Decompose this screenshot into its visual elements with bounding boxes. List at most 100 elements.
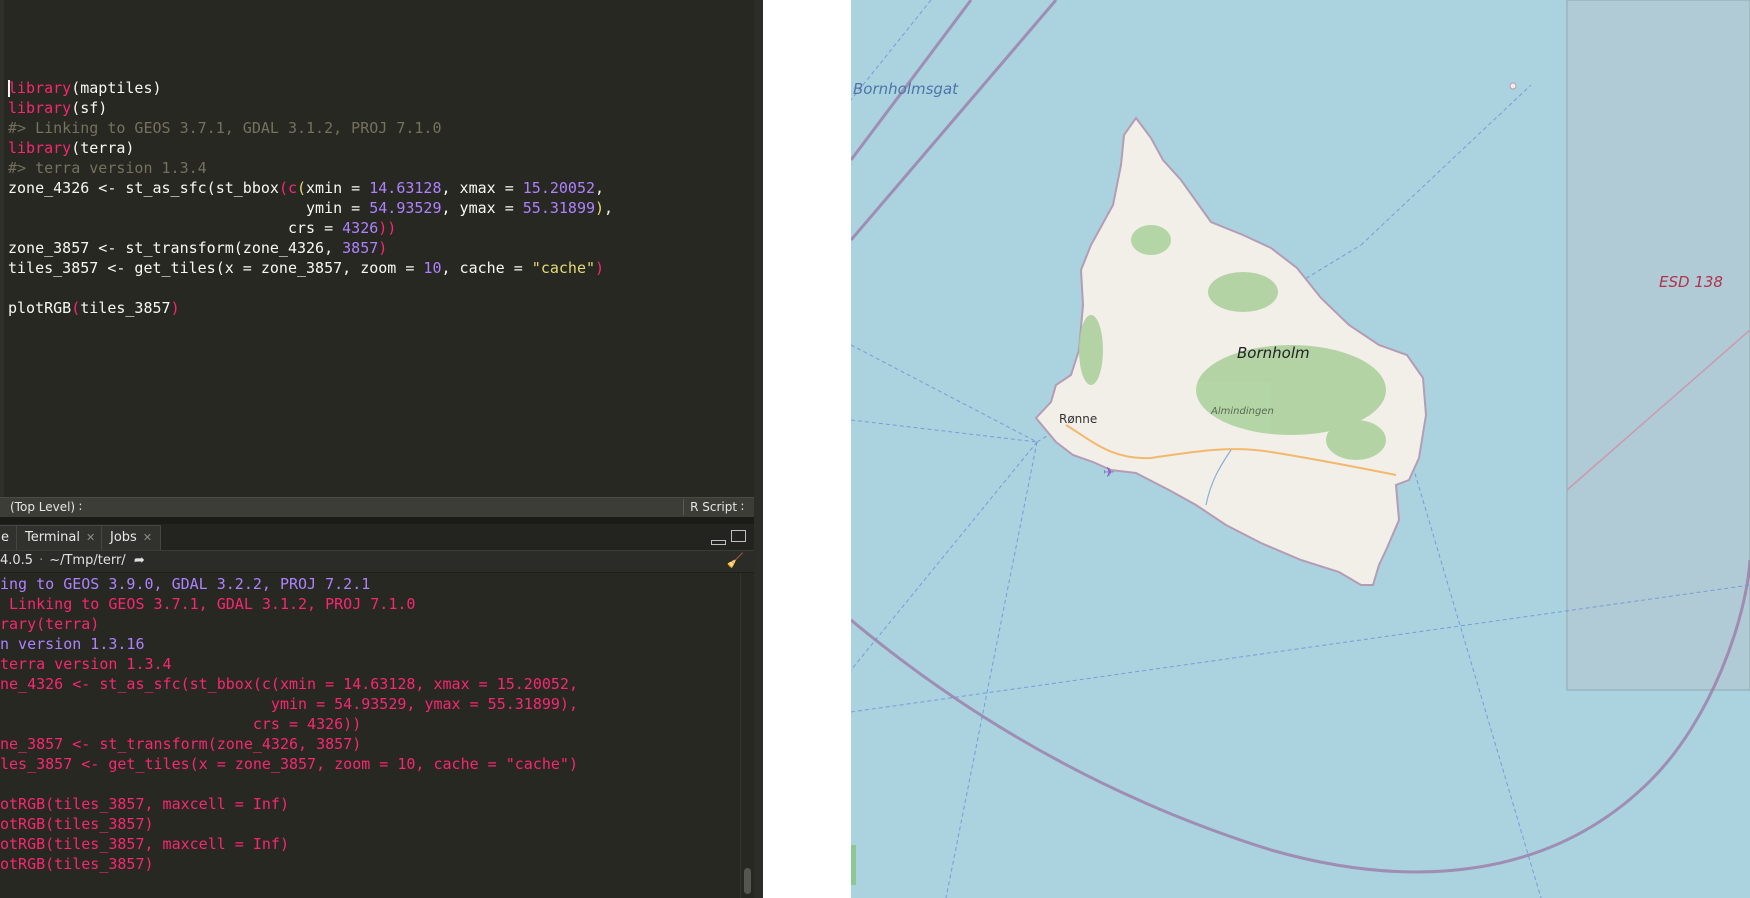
code-line[interactable]: plotRGB(tiles_3857): [8, 298, 613, 318]
code-token: xmin =: [306, 179, 370, 197]
code-line[interactable]: library(sf): [8, 98, 613, 118]
town-label: Rønne: [1059, 412, 1097, 426]
code-line[interactable]: #> terra version 1.3.4: [8, 158, 613, 178]
code-token: 10: [423, 259, 442, 277]
restricted-zone: [1566, 0, 1750, 691]
close-icon[interactable]: ✕: [86, 531, 95, 544]
console-output[interactable]: ing to GEOS 3.9.0, GDAL 3.2.2, PROJ 7.2.…: [0, 573, 740, 898]
code-token: ): [170, 299, 180, 317]
code-token: #> terra version 1.3.4: [8, 159, 207, 177]
code-line[interactable]: crs = 4326)): [8, 218, 613, 238]
console-line: les_3857 <- get_tiles(x = zone_3857, zoo…: [0, 755, 578, 773]
code-line[interactable]: library(terra): [8, 138, 613, 158]
code-token: #> Linking to GEOS 3.7.1, GDAL 3.1.2, PR…: [8, 119, 442, 137]
code-token: , ymax =: [441, 199, 523, 217]
code-token: tiles_3857: [80, 299, 171, 317]
code-line[interactable]: #> Linking to GEOS 3.7.1, GDAL 3.1.2, PR…: [8, 118, 613, 138]
islet: [1509, 82, 1517, 90]
zone-label: ESD 138: [1659, 273, 1723, 291]
close-icon[interactable]: ✕: [143, 531, 152, 544]
airport-icon: ✈: [1103, 465, 1115, 481]
code-token: 15.20052: [522, 179, 596, 197]
island-label: Bornholm: [1237, 344, 1310, 362]
map-plot: ✈ Bornholmsgat Bornholm Rønne Almindinge…: [851, 0, 1750, 898]
code-token: , xmax =: [441, 179, 523, 197]
tab-label: e: [1, 530, 9, 545]
vertical-splitter[interactable]: [754, 0, 763, 898]
code-token: ): [595, 199, 605, 217]
code-token: library: [8, 99, 72, 117]
console-line: ne_4326 <- st_as_sfc(st_bbox(c(xmin = 14…: [0, 675, 578, 693]
code-token: ,: [604, 199, 614, 217]
scope-selector[interactable]: (Top Level) ∶: [10, 500, 82, 514]
code-token: ymin =: [8, 199, 370, 217]
code-token: (: [71, 299, 81, 317]
code-area[interactable]: library(maptiles) library(sf) #> Linking t…: [8, 78, 613, 318]
code-line[interactable]: tiles_3857 <- get_tiles(x = zone_3857, z…: [8, 258, 613, 278]
file-type-selector[interactable]: R Script ∶: [683, 499, 744, 515]
maximize-icon[interactable]: [731, 530, 746, 542]
code-token: tiles_3857 <- get_tiles(x = zone_3857, z…: [8, 259, 424, 277]
editor-status-bar: (Top Level) ∶ R Script ∶: [0, 497, 754, 517]
code-line[interactable]: ymin = 54.93529, ymax = 55.31899),: [8, 198, 613, 218]
editor-gutter: [0, 0, 4, 497]
coast-sliver: [851, 845, 856, 885]
code-token: 54.93529: [369, 199, 442, 217]
code-token: maptiles: [80, 79, 153, 97]
code-token: "cache": [531, 259, 596, 277]
code-token: (: [71, 79, 81, 97]
console-scrollbar[interactable]: [740, 573, 755, 898]
pane-window-controls: [706, 530, 746, 545]
console-line: Linking to GEOS 3.7.1, GDAL 3.1.2, PROJ …: [0, 595, 416, 613]
source-editor[interactable]: library(maptiles) library(sf) #> Linking t…: [0, 0, 754, 497]
console-path-bar: 4.0.5 · ~/Tmp/terr/ ➦ 🧹: [0, 551, 754, 572]
code-token: 14.63128: [369, 179, 442, 197]
working-directory[interactable]: ~/Tmp/terr/: [49, 553, 125, 568]
code-token: 3857: [342, 239, 379, 257]
code-token: zone_4326 <- st_as_sfc(st_bbox: [8, 179, 279, 197]
code-token: 4326: [342, 219, 379, 237]
console-text: ing to GEOS 3.9.0, GDAL 3.2.2, PROJ 7.2.…: [0, 574, 578, 874]
code-token: (: [297, 179, 307, 197]
separator-dot: ·: [39, 553, 44, 568]
clear-console-icon[interactable]: 🧹: [727, 553, 744, 569]
tab-terminal[interactable]: Terminal ✕: [16, 525, 105, 550]
tab-label: Jobs: [110, 530, 137, 545]
pane-splitter[interactable]: [0, 517, 754, 524]
console-line: otRGB(tiles_3857): [0, 815, 154, 833]
console-line: terra version 1.3.4: [0, 655, 172, 673]
code-token: , cache =: [441, 259, 532, 277]
code-token: 55.31899: [522, 199, 596, 217]
console-line: rary(terra): [0, 615, 100, 633]
console-line: ing to GEOS 3.9.0, GDAL 3.2.2, PROJ 7.2.…: [0, 575, 371, 593]
minimize-icon[interactable]: [711, 540, 726, 545]
code-line[interactable]: zone_3857 <- st_transform(zone_4326, 385…: [8, 238, 613, 258]
code-token: (sf): [71, 99, 108, 117]
code-token: ): [378, 239, 388, 257]
code-line[interactable]: library(maptiles): [8, 78, 613, 98]
console-line: n version 1.3.16: [0, 635, 145, 653]
console-line: otRGB(tiles_3857, maxcell = Inf): [0, 795, 289, 813]
scrollbar-thumb[interactable]: [744, 868, 751, 894]
code-token: (: [278, 179, 288, 197]
code-line[interactable]: [8, 278, 613, 298]
code-line[interactable]: zone_4326 <- st_as_sfc(st_bbox(c(xmin = …: [8, 178, 613, 198]
console-line: ymin = 54.93529, ymax = 55.31899),: [0, 695, 578, 713]
code-token: zone_3857 <- st_transform(zone_4326,: [8, 239, 343, 257]
strait-label: Bornholmsgat: [853, 80, 959, 98]
console-line: otRGB(tiles_3857): [0, 855, 154, 873]
tab-jobs[interactable]: Jobs ✕: [101, 525, 162, 550]
console-line: otRGB(tiles_3857, maxcell = Inf): [0, 835, 289, 853]
code-token: )): [378, 219, 397, 237]
text-cursor: [8, 80, 10, 97]
code-token: crs =: [8, 219, 343, 237]
code-token: ): [595, 259, 605, 277]
code-token: library: [8, 79, 72, 97]
plot-viewer: ✈ Bornholmsgat Bornholm Rønne Almindinge…: [763, 0, 1750, 898]
console-line: ne_3857 <- st_transform(zone_4326, 3857): [0, 735, 362, 753]
forest-label: Almindingen: [1210, 406, 1274, 417]
code-token: plotRGB: [8, 299, 72, 317]
code-token: library: [8, 139, 72, 157]
go-to-directory-icon[interactable]: ➦: [134, 553, 145, 568]
